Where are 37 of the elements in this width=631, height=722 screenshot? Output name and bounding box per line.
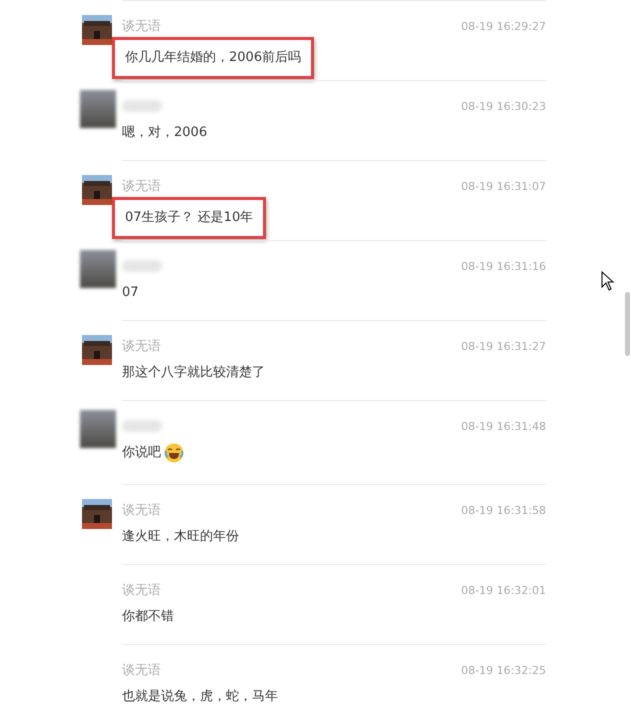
blurred-name <box>122 100 162 112</box>
scrollbar[interactable] <box>625 292 630 356</box>
message-time: 08-19 16:29:27 <box>461 20 546 32</box>
message-text: 嗯，对，2006 <box>122 124 208 142</box>
message-time: 08-19 16:32:01 <box>461 584 546 596</box>
message-time: 08-19 16:31:27 <box>461 340 546 352</box>
avatar-placeholder <box>80 250 116 288</box>
blurred-name <box>122 420 162 432</box>
building-photo <box>82 175 112 205</box>
sender-name: 谈无语 <box>122 662 161 679</box>
message-text: 你说吧 <box>122 444 161 462</box>
building-photo <box>82 335 112 365</box>
laughing-face-icon <box>164 443 184 463</box>
message-time: 08-19 16:32:25 <box>461 664 546 676</box>
message-time: 08-19 16:31:58 <box>461 504 546 516</box>
message-text: 那这个八字就比较清楚了 <box>122 364 265 382</box>
message-time: 08-19 16:31:07 <box>461 180 546 192</box>
message-text: 07 <box>122 284 139 302</box>
message-text: 逢火旺，木旺的年份 <box>122 528 239 546</box>
message-time: 08-19 16:31:48 <box>461 420 546 432</box>
message-text: 你都不错 <box>122 608 174 626</box>
mouse-pointer-icon <box>601 271 615 291</box>
sender-name: 谈无语 <box>122 18 161 35</box>
message-text: 你几几年结婚的，2006前后吗 <box>125 49 302 67</box>
message-time: 08-19 16:30:23 <box>461 100 546 112</box>
message-text: 也就是说兔，虎，蛇，马年 <box>122 688 278 706</box>
sender-name: 谈无语 <box>122 338 161 355</box>
message-text: 07生孩子？ 还是10年 <box>125 209 254 227</box>
sender-name: 谈无语 <box>122 178 161 195</box>
sender-name: 谈无语 <box>122 582 161 599</box>
blurred-name <box>122 260 162 272</box>
sender-name: 谈无语 <box>122 502 161 519</box>
building-photo <box>82 15 112 45</box>
avatar-placeholder <box>80 90 116 128</box>
avatar-placeholder <box>80 410 116 448</box>
building-photo <box>82 499 112 529</box>
message-time: 08-19 16:31:16 <box>461 260 546 272</box>
